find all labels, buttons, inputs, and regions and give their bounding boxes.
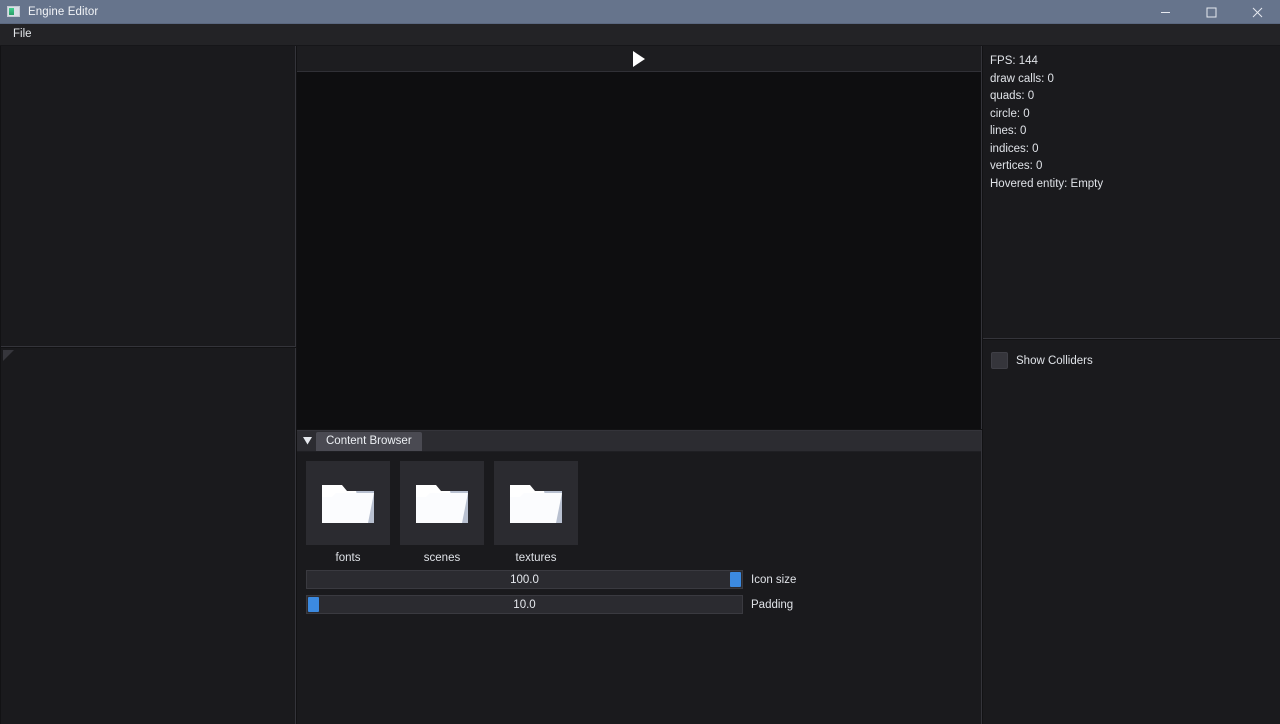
content-item-fonts[interactable]: fonts <box>306 461 390 564</box>
folder-icon <box>416 485 468 523</box>
collapse-button[interactable] <box>299 431 316 450</box>
stat-indices: indices: 0 <box>990 142 1039 155</box>
viewport-panel[interactable] <box>297 46 982 429</box>
content-item-label: fonts <box>335 552 361 564</box>
engine-editor-window: Engine Editor File Content Browser fonts… <box>0 0 1280 724</box>
play-icon <box>633 50 645 67</box>
folder-thumbnail[interactable] <box>306 461 390 545</box>
dock-workspace: Content Browser fonts scenes textures 10… <box>0 46 1280 724</box>
stat-draw-calls: draw calls: 0 <box>990 72 1054 85</box>
app-icon <box>7 6 20 17</box>
icon-size-slider-row: 100.0 Icon size <box>306 570 981 589</box>
viewport-canvas[interactable] <box>297 72 981 429</box>
content-item-textures[interactable]: textures <box>494 461 578 564</box>
content-browser-dock: Content Browser fonts scenes textures 10… <box>297 430 982 724</box>
stat-hovered-entity: Hovered entity: Empty <box>990 177 1104 190</box>
tab-content-browser[interactable]: Content Browser <box>316 432 422 451</box>
viewport-toolbar <box>297 46 981 72</box>
padding-slider-row: 10.0 Padding <box>306 595 981 614</box>
padding-value: 10.0 <box>513 598 536 611</box>
maximize-button[interactable] <box>1188 0 1234 24</box>
close-button[interactable] <box>1234 0 1280 24</box>
menu-item-file[interactable]: File <box>4 25 41 44</box>
maximize-icon <box>1206 7 1216 17</box>
padding-slider[interactable]: 10.0 <box>306 595 743 614</box>
stat-circle: circle: 0 <box>990 107 1030 120</box>
folder-thumbnail[interactable] <box>494 461 578 545</box>
slider-handle[interactable] <box>308 597 319 612</box>
close-icon <box>1252 7 1262 17</box>
slider-handle[interactable] <box>730 572 741 587</box>
minimize-icon <box>1160 11 1170 13</box>
stats-panel: FPS: 144 draw calls: 0 quads: 0 circle: … <box>983 46 1280 339</box>
stat-quads: quads: 0 <box>990 90 1035 102</box>
window-controls <box>1142 0 1280 24</box>
collapse-triangle-icon <box>303 437 312 445</box>
scene-hierarchy-panel[interactable] <box>1 46 296 347</box>
content-browser-grid: fonts scenes textures <box>306 461 981 564</box>
content-item-scenes[interactable]: scenes <box>400 461 484 564</box>
stat-lines: lines: 0 <box>990 125 1027 137</box>
stat-fps: FPS: 144 <box>990 55 1038 67</box>
title-bar: Engine Editor <box>0 0 1280 24</box>
content-item-label: textures <box>515 552 557 564</box>
show-colliders-checkbox[interactable] <box>991 352 1008 369</box>
window-title: Engine Editor <box>28 5 99 18</box>
folder-icon <box>510 485 562 523</box>
folder-thumbnail[interactable] <box>400 461 484 545</box>
show-colliders-row[interactable]: Show Colliders <box>991 352 1280 369</box>
play-button[interactable] <box>628 49 650 69</box>
minimize-button[interactable] <box>1142 0 1188 24</box>
resize-grip-icon <box>3 350 14 361</box>
content-browser-tabbar: Content Browser <box>297 431 981 452</box>
stat-vertices: vertices: 0 <box>990 160 1043 172</box>
padding-label: Padding <box>751 598 794 611</box>
settings-panel: Show Colliders <box>983 340 1280 724</box>
show-colliders-label: Show Colliders <box>1016 354 1093 367</box>
content-browser-body: fonts scenes textures 100.0 Icon size 10… <box>297 452 981 724</box>
icon-size-label: Icon size <box>751 573 797 586</box>
properties-panel[interactable] <box>1 348 296 724</box>
folder-icon <box>322 485 374 523</box>
icon-size-slider[interactable]: 100.0 <box>306 570 743 589</box>
content-item-label: scenes <box>423 552 461 564</box>
menu-bar: File <box>0 24 1280 46</box>
icon-size-value: 100.0 <box>510 573 539 586</box>
